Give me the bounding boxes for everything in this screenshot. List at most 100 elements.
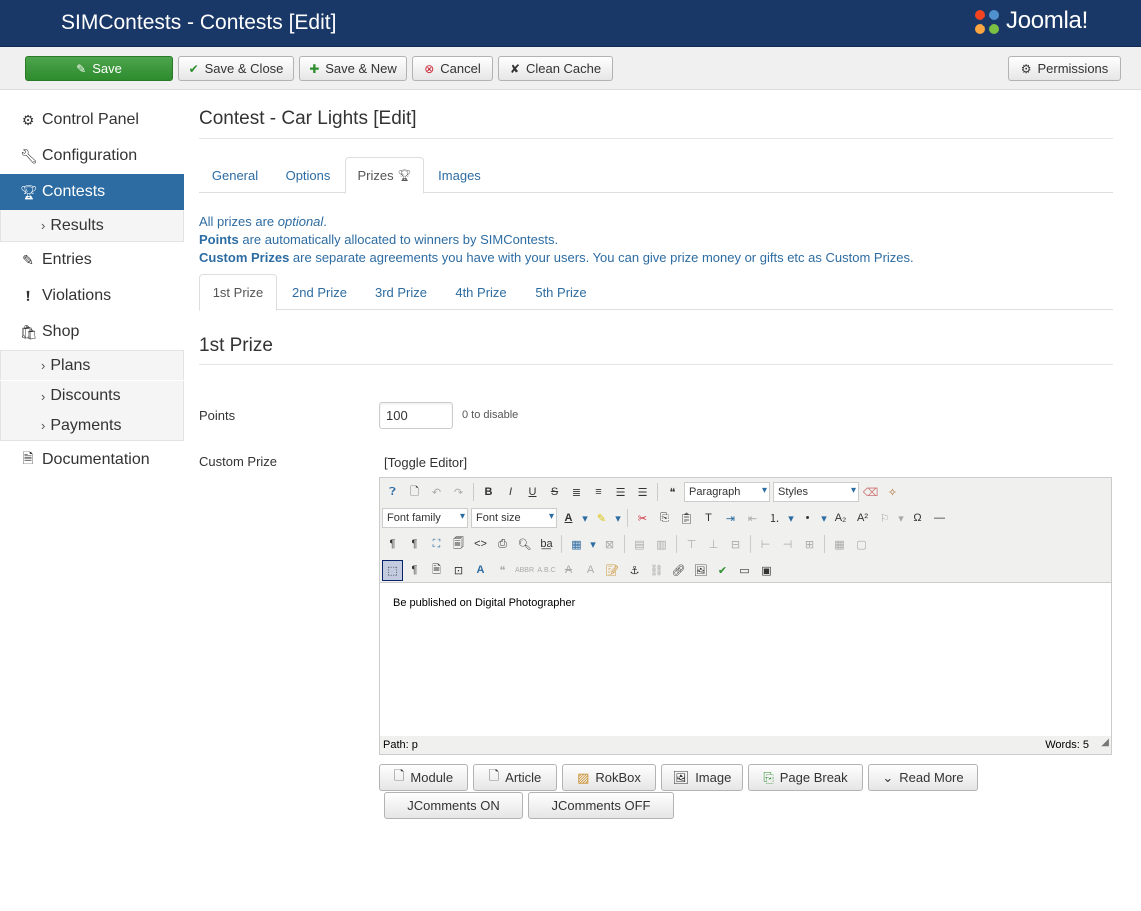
chevron-down-icon[interactable]: ▾ xyxy=(896,508,906,529)
sidebar-item-entries[interactable]: ✎ Entries xyxy=(0,242,184,278)
toggle-editor-link[interactable]: [Toggle Editor] xyxy=(384,455,467,470)
align-justify-icon[interactable]: ≣ xyxy=(566,482,587,503)
sidebar-item-results[interactable]: › Results xyxy=(0,210,184,242)
font-size-select[interactable]: Font size xyxy=(471,508,557,528)
read-more-button[interactable]: ⌄ Read More xyxy=(868,764,978,791)
page-break-button[interactable]: ⎘ Page Break xyxy=(748,764,863,791)
save-button[interactable]: ✎ Save xyxy=(25,56,173,81)
sidebar-item-discounts[interactable]: › Discounts xyxy=(0,381,184,411)
page-break-icon[interactable]: ⊡ xyxy=(448,560,469,581)
cleanup-icon[interactable]: ✧ xyxy=(882,482,903,503)
chevron-down-icon[interactable]: ▾ xyxy=(588,534,598,555)
rokbox-button[interactable]: ▨ RokBox xyxy=(562,764,656,791)
cancel-button[interactable]: ⊗ Cancel xyxy=(412,56,493,81)
styles-icon[interactable]: A xyxy=(470,560,491,581)
jcomments-on-button[interactable]: JComments ON xyxy=(384,792,523,819)
redo-icon[interactable]: ↷ xyxy=(448,482,469,503)
chevron-down-icon[interactable]: ▾ xyxy=(819,508,829,529)
media-icon[interactable]: ▣ xyxy=(756,560,777,581)
sidebar-item-shop[interactable]: 🛍︎ Shop xyxy=(0,314,184,350)
rtl-icon[interactable]: ¶ xyxy=(404,534,425,555)
visual-aid-icon[interactable]: ⬚ xyxy=(382,559,403,581)
show-blocks-icon[interactable]: ¶ xyxy=(404,560,425,581)
resize-handle-icon[interactable]: ◢ xyxy=(1101,734,1109,752)
sidebar-item-plans[interactable]: › Plans xyxy=(0,350,184,380)
link-icon[interactable]: 🔗︎ xyxy=(668,560,689,581)
insert-layer-icon[interactable]: ⚐ xyxy=(874,508,895,529)
print-icon[interactable]: ⎙ xyxy=(492,534,513,555)
cite-icon[interactable]: ❝ xyxy=(492,560,513,581)
sidebar-item-documentation[interactable]: 🗎︎ Documentation xyxy=(0,442,184,478)
sidebar-item-control-panel[interactable]: ⚙ Control Panel xyxy=(0,102,184,138)
cut-icon[interactable]: ✂ xyxy=(632,508,653,529)
omega-icon[interactable]: Ω xyxy=(907,508,928,529)
cell-properties-icon[interactable]: ▥ xyxy=(651,534,672,555)
undo-icon[interactable]: ↶ xyxy=(426,482,447,503)
chevron-down-icon[interactable]: ▾ xyxy=(580,508,590,529)
subscript-icon[interactable]: A₂ xyxy=(830,508,851,529)
sidebar-item-violations[interactable]: ❗︎ Violations xyxy=(0,278,184,314)
bold-icon[interactable]: B xyxy=(478,482,499,503)
merge-cells-icon[interactable]: ▢ xyxy=(851,534,872,555)
numbered-list-icon[interactable]: ⒈ xyxy=(764,508,785,529)
preview-icon[interactable]: 🗐︎ xyxy=(448,534,469,555)
tab-options[interactable]: Options xyxy=(271,157,345,193)
sidebar-item-configuration[interactable]: 🔧︎ Configuration xyxy=(0,138,184,174)
sidebar-item-contests[interactable]: 🏆︎ Contests xyxy=(0,174,184,210)
copy-icon[interactable]: ⎘ xyxy=(654,508,675,529)
blockquote-icon[interactable]: ❝ xyxy=(662,482,683,503)
align-right-icon[interactable]: ☰ xyxy=(632,482,653,503)
format-select[interactable]: Paragraph xyxy=(684,482,770,502)
tab-3rd-prize[interactable]: 3rd Prize xyxy=(362,274,440,310)
attributes-icon[interactable]: 📝︎ xyxy=(602,560,623,581)
permissions-button[interactable]: ⚙ Permissions xyxy=(1008,56,1121,81)
italic-icon[interactable]: I xyxy=(500,482,521,503)
eraser-icon[interactable]: ⌫ xyxy=(860,482,881,503)
abbr-icon[interactable]: ABBR xyxy=(514,560,535,581)
image-icon[interactable]: 🖼︎ xyxy=(690,560,711,581)
styles-select[interactable]: Styles xyxy=(773,482,859,502)
insert-row-after-icon[interactable]: ⊥ xyxy=(703,534,724,555)
tab-5th-prize[interactable]: 5th Prize xyxy=(522,274,600,310)
replace-icon[interactable]: b͟a xyxy=(536,534,557,555)
editor-content-area[interactable]: Be published on Digital Photographer xyxy=(380,582,1111,736)
outdent-icon[interactable]: ⇤ xyxy=(742,508,763,529)
nonbreaking-icon[interactable]: ▭ xyxy=(734,560,755,581)
insert-text-icon[interactable]: A xyxy=(580,560,601,581)
paste-icon[interactable]: 📋︎ xyxy=(676,508,697,529)
clean-cache-button[interactable]: ✘ Clean Cache xyxy=(498,56,613,81)
tab-2nd-prize[interactable]: 2nd Prize xyxy=(277,274,362,310)
tab-prizes[interactable]: Prizes 🏆︎ xyxy=(345,157,424,194)
tab-general[interactable]: General xyxy=(199,157,271,193)
unlink-icon[interactable]: ⛓ xyxy=(646,560,667,581)
delete-text-icon[interactable]: A xyxy=(558,560,579,581)
delete-row-icon[interactable]: ⊟ xyxy=(725,534,746,555)
jcomments-off-button[interactable]: JComments OFF xyxy=(528,792,674,819)
superscript-icon[interactable]: A² xyxy=(852,508,873,529)
sidebar-item-payments[interactable]: › Payments xyxy=(0,411,184,441)
delete-table-icon[interactable]: ⊠ xyxy=(599,534,620,555)
bullet-list-icon[interactable]: • xyxy=(797,508,818,529)
underline-icon[interactable]: U xyxy=(522,482,543,503)
search-icon[interactable]: 🔍︎ xyxy=(514,534,535,555)
highlight-icon[interactable]: ✎ xyxy=(591,508,612,529)
ltr-icon[interactable]: ¶ xyxy=(382,534,403,555)
chevron-down-icon[interactable]: ▾ xyxy=(786,508,796,529)
row-properties-icon[interactable]: ▤ xyxy=(629,534,650,555)
horizontal-rule-icon[interactable]: — xyxy=(929,508,950,529)
chevron-down-icon[interactable]: ▾ xyxy=(613,508,623,529)
tab-1st-prize[interactable]: 1st Prize xyxy=(199,274,277,311)
module-button[interactable]: 🗋︎ Module xyxy=(379,764,468,791)
insert-col-after-icon[interactable]: ⊣ xyxy=(777,534,798,555)
strikethrough-icon[interactable]: S xyxy=(544,482,565,503)
align-left-icon[interactable]: ☰ xyxy=(610,482,631,503)
anchor-icon[interactable]: ⚓ xyxy=(624,560,645,581)
text-color-icon[interactable]: A xyxy=(558,508,579,529)
source-code-icon[interactable]: <> xyxy=(470,534,491,555)
joomla-logo[interactable]: Joomla! xyxy=(972,6,1122,40)
fullscreen-icon[interactable]: ⛶ xyxy=(426,534,447,555)
image-button[interactable]: 🖼︎ Image xyxy=(661,764,743,791)
delete-col-icon[interactable]: ⊞ xyxy=(799,534,820,555)
points-input[interactable]: 100 xyxy=(379,402,453,429)
tab-images[interactable]: Images xyxy=(424,157,495,193)
